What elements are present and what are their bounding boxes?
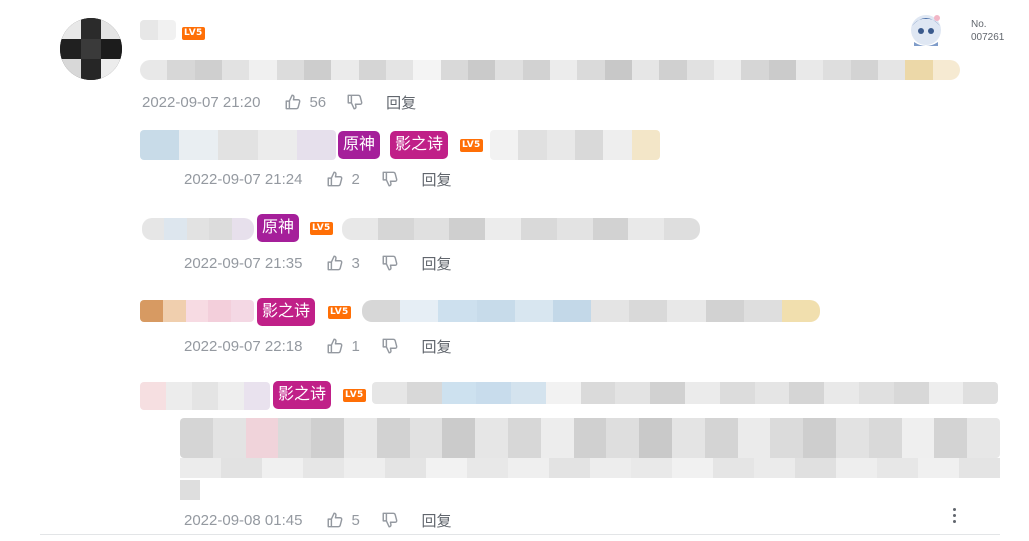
divider [40, 534, 1000, 535]
reply-meta: 2022-09-07 21:35 3 回复 [184, 252, 451, 274]
thumbs-up-icon [327, 255, 343, 271]
reply-username-blurred[interactable] [140, 130, 336, 160]
thumbs-down-icon [382, 512, 398, 528]
reply-text-blurred-line4 [180, 480, 200, 500]
thumbs-down-icon [382, 171, 398, 187]
tag-shadowverse: 影之诗 [390, 131, 449, 159]
dislike-button[interactable] [346, 93, 364, 111]
reply-meta: 2022-09-07 22:18 1 回复 [184, 335, 451, 357]
like-count: 2 [351, 170, 360, 188]
username-blurred[interactable] [140, 20, 176, 40]
level-badge: LV5 [343, 389, 366, 402]
reply-username-blurred[interactable] [140, 382, 270, 410]
level-badge: LV5 [460, 139, 483, 152]
reply-button[interactable]: 回复 [421, 169, 451, 190]
level-badge: LV5 [328, 306, 351, 319]
reply-time: 2022-09-08 01:45 [184, 511, 303, 529]
fan-badge-label: No. [971, 19, 987, 30]
like-button[interactable]: 2 [326, 170, 361, 188]
like-button[interactable]: 1 [326, 337, 361, 355]
like-count: 5 [351, 511, 360, 529]
dislike-button[interactable] [381, 254, 399, 272]
avatar[interactable] [60, 18, 122, 80]
reply-time: 2022-09-07 21:35 [184, 254, 303, 272]
thumbs-up-icon [327, 171, 343, 187]
reply-button[interactable]: 回复 [421, 510, 451, 531]
reply-meta: 2022-09-07 21:24 2 回复 [184, 168, 451, 190]
dislike-button[interactable] [381, 170, 399, 188]
fan-badge-mascot-icon [911, 15, 941, 46]
like-button[interactable]: 56 [284, 93, 326, 111]
like-count: 56 [309, 93, 327, 111]
reply-button[interactable]: 回复 [421, 336, 451, 357]
reply-text-blurred [490, 130, 660, 160]
comment-meta: 2022-09-07 21:20 56 回复 [142, 91, 416, 113]
thumbs-down-icon [347, 94, 363, 110]
comment-text-blurred [140, 60, 960, 80]
reply-time: 2022-09-07 22:18 [184, 337, 303, 355]
comment-time: 2022-09-07 21:20 [142, 93, 261, 111]
reply-button[interactable]: 回复 [386, 92, 416, 113]
reply-text-blurred-line2 [180, 418, 1000, 458]
like-button[interactable]: 3 [326, 254, 361, 272]
thumbs-up-icon [327, 512, 343, 528]
reply-text-blurred [342, 218, 700, 240]
fan-badge-number: No. 007261 [971, 18, 1004, 44]
level-badge: LV5 [182, 27, 205, 40]
thumbs-down-icon [382, 255, 398, 271]
level-badge: LV5 [310, 222, 333, 235]
reply-username-blurred[interactable] [140, 300, 254, 322]
reply-time: 2022-09-07 21:24 [184, 170, 303, 188]
tag-shadowverse: 影之诗 [273, 381, 332, 409]
reply-text-blurred-line3 [180, 458, 1000, 478]
dislike-button[interactable] [381, 337, 399, 355]
like-count: 1 [351, 337, 360, 355]
more-vertical-icon[interactable] [946, 506, 962, 524]
fan-badge-value: 007261 [971, 32, 1005, 43]
reply-text-blurred [372, 382, 998, 404]
thumbs-up-icon [327, 338, 343, 354]
reply-meta: 2022-09-08 01:45 5 回复 [184, 509, 451, 531]
like-count: 3 [351, 254, 360, 272]
dislike-button[interactable] [381, 511, 399, 529]
thumbs-down-icon [382, 338, 398, 354]
thumbs-up-icon [285, 94, 301, 110]
tag-genshin: 原神 [338, 131, 381, 159]
tag-genshin: 原神 [257, 214, 300, 242]
like-button[interactable]: 5 [326, 511, 361, 529]
reply-text-blurred [362, 300, 820, 322]
reply-username-blurred[interactable] [142, 218, 254, 240]
reply-button[interactable]: 回复 [421, 253, 451, 274]
tag-shadowverse: 影之诗 [257, 298, 316, 326]
